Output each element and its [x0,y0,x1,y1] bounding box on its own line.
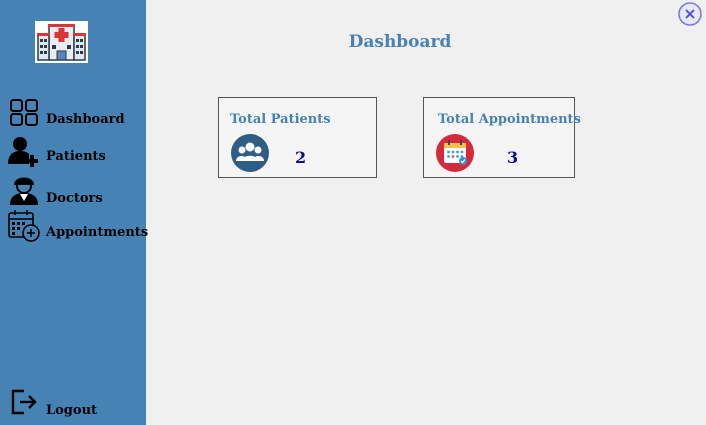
sidebar-item-doctors[interactable]: Doctors [0,173,146,207]
sidebar-item-label: Patients [46,149,106,164]
total-patients-value: 2 [295,148,307,167]
card-title: Total Appointments [438,112,581,127]
dashboard-grid-icon [10,99,38,126]
sidebar-item-appointments[interactable]: Appointments [0,210,149,244]
patients-group-icon [231,134,269,172]
sidebar-item-label: Doctors [46,191,103,206]
total-patients-card: Total Patients 2 [218,97,377,178]
hospital-logo-icon [35,21,88,63]
sidebar-item-dashboard[interactable]: Dashboard [0,99,146,133]
card-title: Total Patients [230,112,331,127]
logout-icon [11,389,37,415]
sidebar-item-label: Appointments [46,225,149,240]
logout-button[interactable]: Logout [0,388,146,422]
close-button[interactable] [678,2,702,26]
total-appointments-card: Total Appointments 3 [423,97,581,178]
page-title: Dashboard [348,32,452,52]
total-appointments-value: 3 [507,148,519,167]
logout-label: Logout [46,403,98,418]
sidebar-item-patients[interactable]: Patients [0,136,146,170]
add-user-icon [8,137,38,167]
calendar-icon [436,134,474,172]
doctor-icon [10,177,38,205]
calendar-add-icon [8,210,40,242]
close-icon [678,2,702,26]
sidebar-item-label: Dashboard [46,112,125,127]
sidebar: Dashboard Patients Doctors Appointments … [0,0,149,425]
